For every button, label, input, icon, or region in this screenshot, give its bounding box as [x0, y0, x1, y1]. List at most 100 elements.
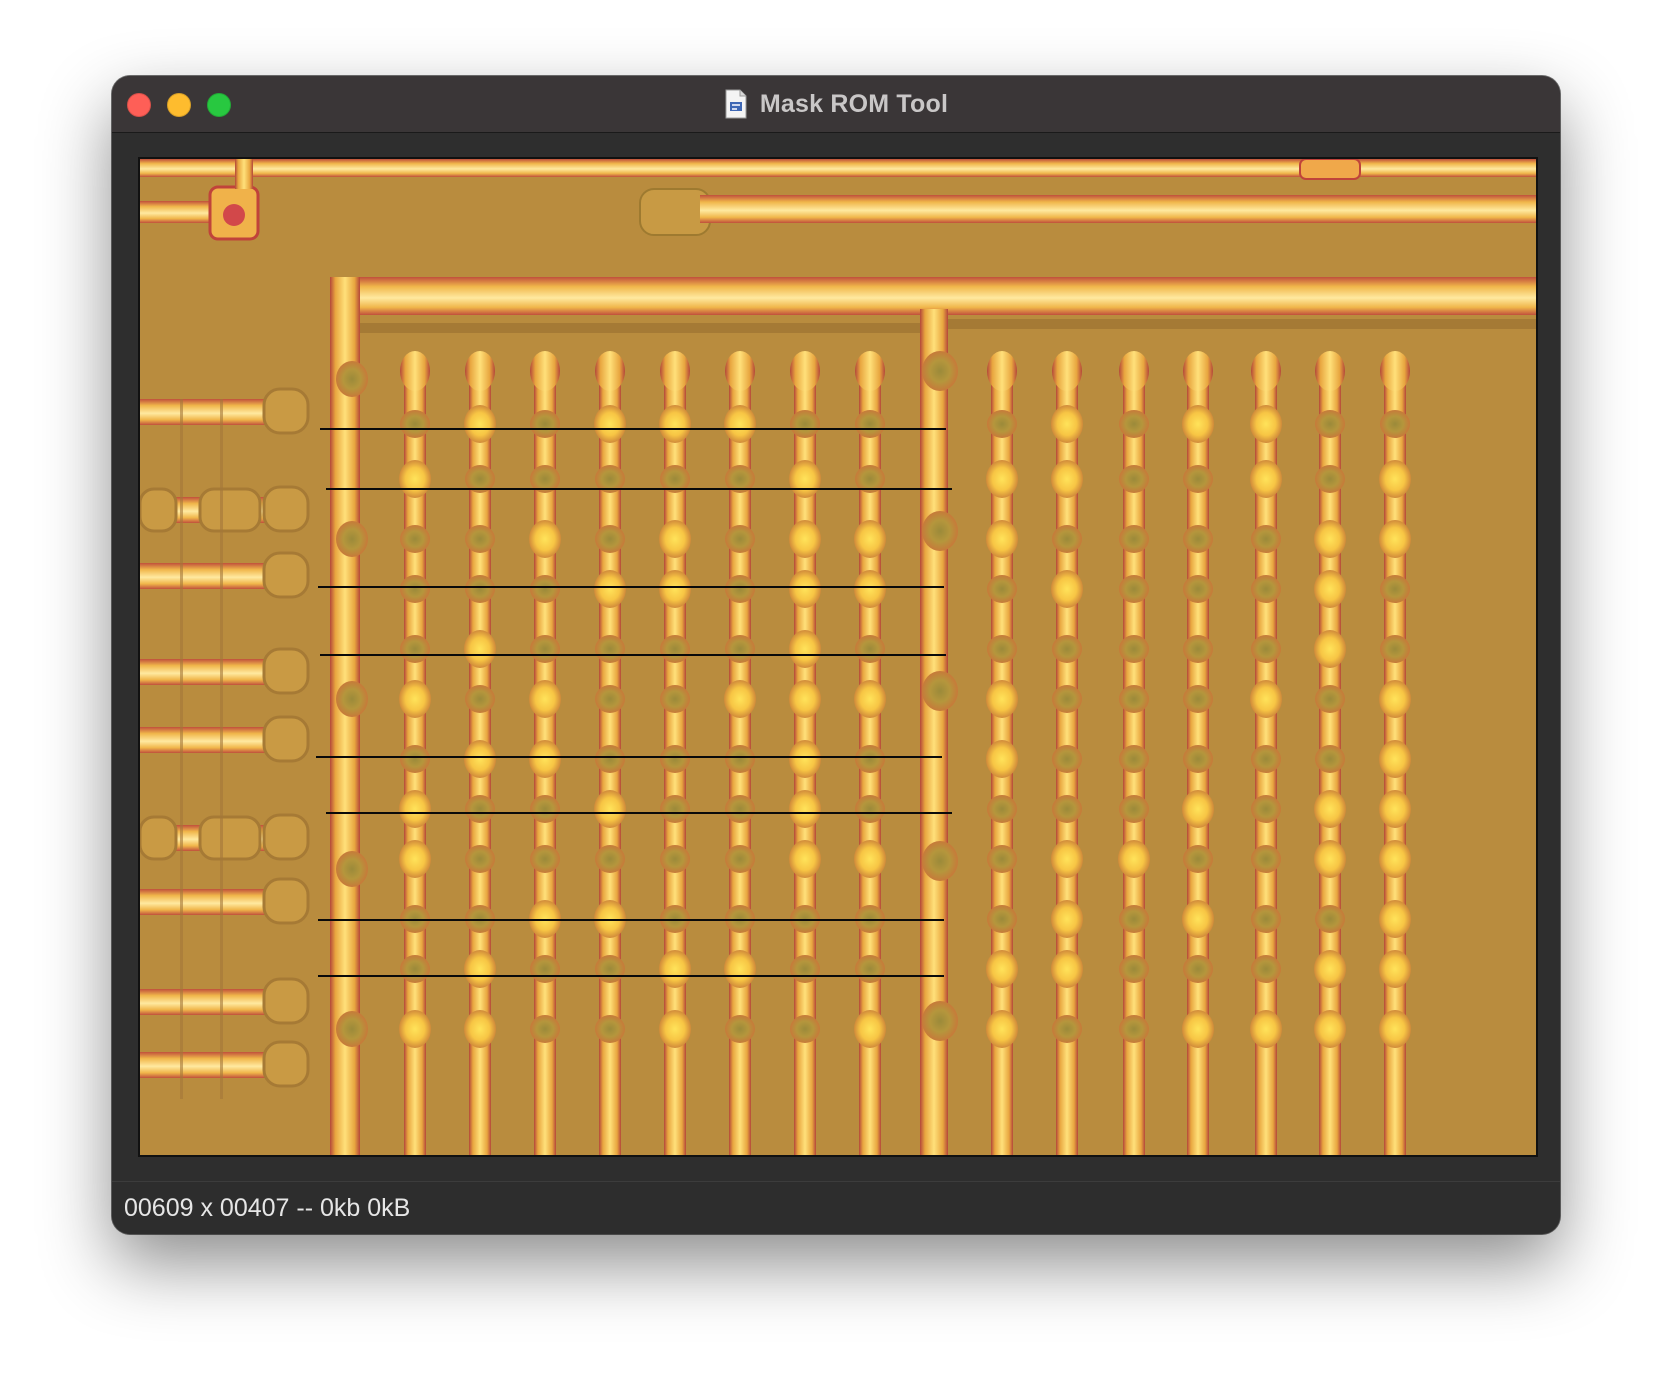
- bit-cell: [986, 950, 1018, 988]
- column-cap: [725, 351, 755, 391]
- bit-cell: [530, 795, 560, 823]
- bit-cell: [986, 680, 1018, 718]
- frame-via: [922, 1001, 958, 1041]
- bit-cell: [855, 410, 885, 438]
- bit-cell: [1315, 745, 1345, 773]
- bit-cell: [1118, 840, 1150, 878]
- guide-line: [220, 399, 223, 1099]
- bit-cell: [530, 635, 560, 663]
- frame-via: [922, 841, 958, 881]
- bit-cell: [659, 570, 691, 608]
- bit-cell: [724, 680, 756, 718]
- column-cap: [855, 351, 885, 391]
- bit-cell: [725, 1015, 755, 1043]
- bit-cell: [594, 570, 626, 608]
- bit-cell: [1314, 630, 1346, 668]
- column-cap: [400, 351, 430, 391]
- bit-cell: [789, 460, 821, 498]
- bit-cell: [1380, 575, 1410, 603]
- bit-cell: [1315, 465, 1345, 493]
- bit-cell: [790, 955, 820, 983]
- bit-cell: [400, 955, 430, 983]
- driver-contact: [262, 551, 310, 599]
- bit-cell: [1315, 685, 1345, 713]
- bit-cell: [987, 795, 1017, 823]
- bit-cell: [725, 795, 755, 823]
- title-bar[interactable]: Mask ROM Tool: [112, 76, 1560, 133]
- bit-cell: [1251, 525, 1281, 553]
- bit-cell: [1251, 955, 1281, 983]
- frame-via: [336, 361, 368, 397]
- bit-cell: [1119, 465, 1149, 493]
- bit-cell: [1052, 745, 1082, 773]
- bit-cell: [1051, 405, 1083, 443]
- bit-cell: [1051, 950, 1083, 988]
- bit-cell: [399, 680, 431, 718]
- bit-cell: [1379, 520, 1411, 558]
- bit-cell: [530, 410, 560, 438]
- bit-cell: [400, 745, 430, 773]
- bit-cell: [1251, 575, 1281, 603]
- bit-cell: [464, 950, 496, 988]
- bit-cell: [790, 1015, 820, 1043]
- driver-contact: [262, 813, 310, 861]
- bit-cell: [464, 1010, 496, 1048]
- bit-cell: [1379, 840, 1411, 878]
- bit-cell: [789, 520, 821, 558]
- bit-cell: [725, 525, 755, 553]
- bit-cell: [1379, 950, 1411, 988]
- bit-cell: [1182, 790, 1214, 828]
- bit-cell: [594, 405, 626, 443]
- bit-cell: [1251, 795, 1281, 823]
- bit-cell: [1051, 900, 1083, 938]
- bit-cell: [660, 745, 690, 773]
- bit-cell: [594, 790, 626, 828]
- rom-die-photo[interactable]: [140, 159, 1536, 1155]
- bit-cell: [530, 1015, 560, 1043]
- bit-cell: [660, 685, 690, 713]
- bit-cell: [659, 520, 691, 558]
- bit-cell: [1119, 525, 1149, 553]
- bit-cell: [855, 795, 885, 823]
- image-viewer[interactable]: [138, 157, 1538, 1157]
- bit-cell: [1380, 410, 1410, 438]
- bit-cell: [595, 845, 625, 873]
- driver-contact: [262, 387, 310, 435]
- frame-via: [336, 681, 368, 717]
- bit-cell: [1183, 575, 1213, 603]
- bit-cell: [400, 575, 430, 603]
- bit-cell: [464, 405, 496, 443]
- driver-contact: [262, 1040, 310, 1088]
- bit-cell: [1052, 635, 1082, 663]
- bit-cell: [399, 460, 431, 498]
- bit-cell: [1315, 905, 1345, 933]
- bit-cell: [854, 570, 886, 608]
- driver-contact: [140, 815, 178, 861]
- bit-cell: [465, 575, 495, 603]
- driver-contact: [140, 487, 178, 533]
- bit-cell: [789, 570, 821, 608]
- bit-cell: [465, 795, 495, 823]
- bit-cell: [987, 575, 1017, 603]
- bit-cell: [986, 1010, 1018, 1048]
- bit-cell: [400, 525, 430, 553]
- bit-cell: [854, 840, 886, 878]
- bit-cell: [790, 410, 820, 438]
- bit-cell: [1379, 900, 1411, 938]
- bit-cell: [465, 845, 495, 873]
- bit-cell: [399, 1010, 431, 1048]
- bit-cell: [724, 950, 756, 988]
- bit-cell: [659, 1010, 691, 1048]
- bit-cell: [1051, 570, 1083, 608]
- row-driver-traces: [140, 387, 310, 1099]
- bit-cell: [725, 745, 755, 773]
- bit-cell: [1379, 740, 1411, 778]
- bit-cell: [1315, 410, 1345, 438]
- column-cap: [1251, 351, 1281, 391]
- bit-cell: [1250, 680, 1282, 718]
- guide-line: [180, 399, 183, 1099]
- window-title: Mask ROM Tool: [759, 89, 949, 118]
- bit-cell: [1051, 840, 1083, 878]
- bit-cell: [659, 950, 691, 988]
- bit-cell: [854, 520, 886, 558]
